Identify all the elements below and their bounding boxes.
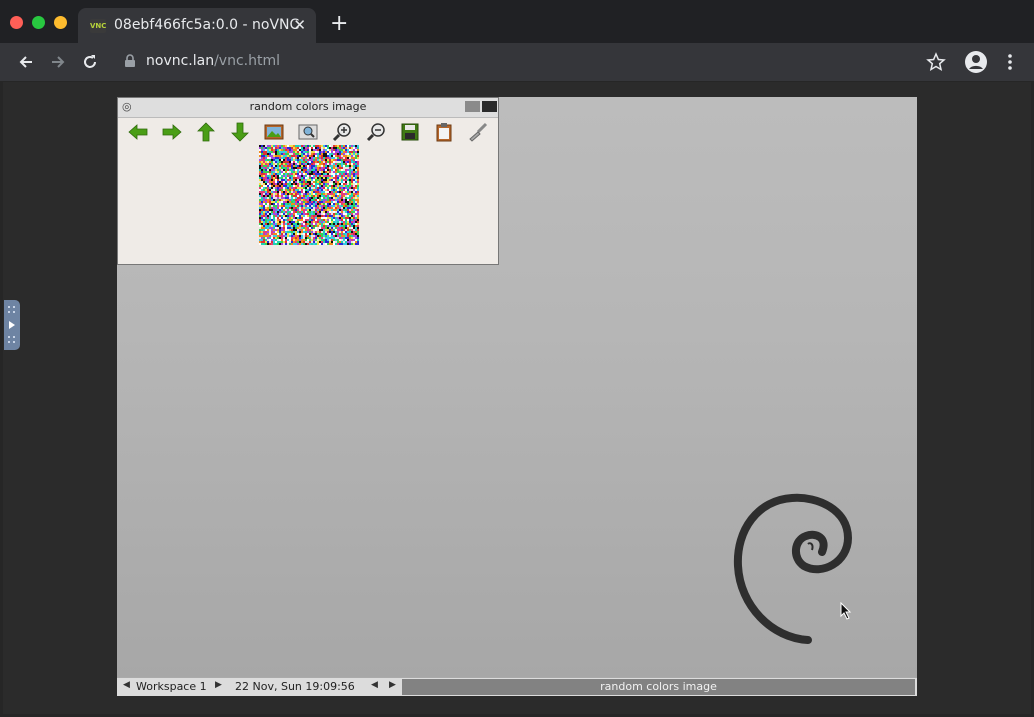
mouse-cursor-icon (840, 602, 852, 620)
vnc-favicon-icon: VNC (90, 19, 106, 33)
tab-close-icon[interactable]: ✕ (293, 16, 306, 34)
close-window-button[interactable] (10, 16, 23, 29)
task-prev-icon[interactable]: ◀ (371, 680, 378, 690)
down-arrow-icon[interactable] (229, 122, 251, 142)
new-tab-button[interactable]: + (330, 13, 348, 35)
image-icon[interactable] (263, 122, 285, 142)
taskbar: ◀ Workspace 1 ▶ 22 Nov, Sun 19:09:56 ◀ ▶… (117, 677, 917, 696)
back-arrow-icon[interactable] (127, 122, 149, 142)
browser-titlebar: VNC 08ebf466fc5a:0.0 - noVNC ✕ + (0, 0, 1034, 43)
minimize-window-button[interactable] (54, 16, 67, 29)
browser-tab[interactable]: VNC 08ebf466fc5a:0.0 - noVNC ✕ (78, 8, 316, 43)
window-titlebar[interactable]: ◎ random colors image (118, 98, 498, 118)
browser-toolbar: novnc.lan/vnc.html (0, 43, 1034, 81)
image-viewer-window[interactable]: ◎ random colors image (117, 97, 499, 265)
bookmark-star-icon[interactable] (926, 52, 946, 72)
back-icon[interactable] (16, 52, 36, 72)
save-icon[interactable] (399, 122, 421, 142)
maximize-window-button[interactable] (32, 16, 45, 29)
reload-icon[interactable] (80, 52, 100, 72)
zoom-out-icon[interactable] (365, 122, 387, 142)
menu-kebab-icon[interactable] (1000, 52, 1020, 72)
workspace-prev-icon[interactable]: ◀ (123, 680, 130, 690)
clipboard-icon[interactable] (433, 122, 455, 142)
task-next-icon[interactable]: ▶ (389, 680, 396, 690)
url-path: /vnc.html (214, 53, 281, 69)
random-colors-image (259, 145, 359, 245)
window-minimize-button[interactable] (465, 101, 480, 112)
brush-icon[interactable] (467, 122, 489, 142)
tab-title: 08ebf466fc5a:0.0 - noVNC (114, 17, 300, 33)
window-maximize-button[interactable] (482, 101, 497, 112)
lock-icon (125, 54, 135, 67)
clock: 22 Nov, Sun 19:09:56 (235, 680, 355, 693)
address-bar[interactable]: novnc.lan/vnc.html (146, 53, 280, 69)
up-arrow-icon[interactable] (195, 122, 217, 142)
zoom-fit-icon[interactable] (297, 122, 319, 142)
zoom-in-icon[interactable] (331, 122, 353, 142)
taskbar-active-task[interactable]: random colors image (402, 679, 915, 695)
profile-avatar-icon[interactable] (964, 50, 988, 74)
workspace-next-icon[interactable]: ▶ (215, 680, 222, 690)
debian-swirl-logo (733, 493, 853, 644)
window-title: random colors image (249, 100, 367, 113)
workspace-label[interactable]: Workspace 1 (136, 680, 207, 693)
novnc-control-handle[interactable] (3, 299, 21, 351)
forward-arrow-icon[interactable] (161, 122, 183, 142)
forward-icon[interactable] (48, 52, 68, 72)
url-host: novnc.lan (146, 53, 215, 69)
